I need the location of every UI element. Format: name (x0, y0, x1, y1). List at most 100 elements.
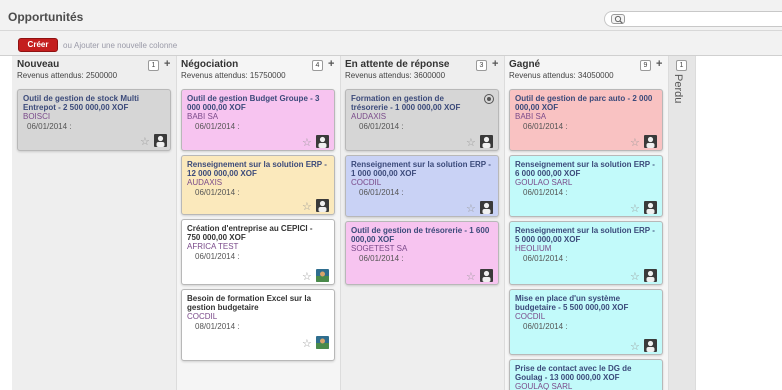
card-title: Prise de contact avec le DG de Goulag - … (515, 364, 632, 382)
card-date: 06/01/2014 : (359, 188, 404, 197)
card-company: GOULAO SARL (515, 178, 573, 187)
avatar (316, 336, 329, 349)
or-label: ou (63, 41, 72, 50)
avatar (480, 201, 493, 214)
star-icon[interactable]: ☆ (630, 340, 640, 353)
avatar (316, 269, 329, 282)
avatar (154, 134, 167, 147)
card-title: Outil de gestion Budget Groupe - 3 000 0… (187, 94, 320, 112)
card-date: 06/01/2014 : (195, 188, 240, 197)
create-button[interactable]: Créer (18, 38, 58, 52)
card-title: Mise en place d'un système budgetaire - … (515, 294, 629, 312)
column-title: Négociation (181, 59, 239, 70)
column-perdu[interactable]: 1 Perdu (668, 56, 695, 390)
column-gagne: Gagné Revenus attendus: 34050000 9 + Out… (504, 56, 668, 390)
star-icon[interactable]: ☆ (466, 136, 476, 149)
card-title: Renseignement sur la solution ERP - 12 0… (187, 160, 327, 178)
search-input[interactable] (627, 13, 767, 25)
column-fold-toggle[interactable]: 1 (148, 60, 159, 71)
opportunity-card[interactable]: Outil de gestion de stock Multi Entrepot… (17, 89, 171, 151)
opportunity-card[interactable]: Renseignement sur la solution ERP - 12 0… (181, 155, 335, 215)
star-icon[interactable]: ☆ (630, 270, 640, 283)
avatar (316, 135, 329, 148)
card-company: BOISCI (23, 112, 51, 121)
action-bar: Créer ou Ajouter une nouvelle colonne (0, 31, 782, 56)
card-title: Outil de gestion de parc auto - 2 000 00… (515, 94, 653, 112)
column-expected-revenue: Revenus attendus: 2500000 (17, 71, 118, 80)
avatar (644, 269, 657, 282)
star-icon[interactable]: ☆ (466, 270, 476, 283)
column-expected-revenue: Revenus attendus: 15750000 (181, 71, 286, 80)
card-date: 06/01/2014 : (195, 122, 240, 131)
opportunity-card[interactable]: Besoin de formation Excel sur la gestion… (181, 289, 335, 361)
card-title: Formation en gestion de trésorerie - 1 0… (351, 94, 461, 112)
column-en-attente: En attente de réponse Revenus attendus: … (340, 56, 504, 390)
search-box[interactable] (604, 11, 782, 27)
column-title: Gagné (509, 59, 541, 70)
card-date: 06/01/2014 : (523, 254, 568, 263)
card-date: 06/01/2014 : (359, 254, 404, 263)
star-icon[interactable]: ☆ (302, 200, 312, 213)
card-title: Besoin de formation Excel sur la gestion… (187, 294, 312, 312)
card-company: BABI SA (515, 112, 547, 121)
column-title: Nouveau (17, 59, 60, 70)
card-company: COCDIL (515, 312, 546, 321)
star-icon[interactable]: ☆ (140, 135, 150, 148)
card-date: 06/01/2014 : (27, 122, 72, 131)
star-icon[interactable]: ☆ (302, 270, 312, 283)
opportunity-card[interactable]: Outil de gestion Budget Groupe - 3 000 0… (181, 89, 335, 151)
card-date: 06/01/2014 : (523, 122, 568, 131)
opportunity-card[interactable]: Renseignement sur la solution ERP - 6 00… (509, 155, 663, 217)
opportunity-card[interactable]: Formation en gestion de trésorerie - 1 0… (345, 89, 499, 151)
opportunity-card[interactable]: Outil de gestion de parc auto - 2 000 00… (509, 89, 663, 151)
card-title: Renseignement sur la solution ERP - 5 00… (515, 226, 655, 244)
column-fold-toggle[interactable]: 3 (476, 60, 487, 71)
star-icon[interactable]: ☆ (630, 202, 640, 215)
opportunity-card[interactable]: Renseignement sur la solution ERP - 5 00… (509, 221, 663, 285)
card-date: 06/01/2014 : (195, 252, 240, 261)
opportunity-card[interactable]: Prise de contact avec le DG de Goulag - … (509, 359, 663, 390)
card-date: 08/01/2014 : (195, 322, 240, 331)
add-column-link[interactable]: Ajouter une nouvelle colonne (74, 41, 177, 50)
gear-icon[interactable] (484, 94, 494, 104)
opportunity-card[interactable]: Renseignement sur la solution ERP - 1 00… (345, 155, 499, 217)
card-company: GOULAQ SARL (515, 382, 573, 390)
star-icon[interactable]: ☆ (302, 136, 312, 149)
column-title: En attente de réponse (345, 59, 450, 70)
column-expected-revenue: Revenus attendus: 3600000 (345, 71, 446, 80)
card-company: BABI SA (187, 112, 219, 121)
avatar (480, 269, 493, 282)
column-title: Perdu (672, 74, 684, 104)
opportunity-card[interactable]: Outil de gestion de trésorerie - 1 600 0… (345, 221, 499, 285)
quick-create-plus-icon[interactable]: + (164, 58, 170, 70)
opportunity-card[interactable]: Mise en place d'un système budgetaire - … (509, 289, 663, 355)
page-title: Opportunités (8, 10, 84, 24)
quick-create-plus-icon[interactable]: + (656, 58, 662, 70)
star-icon[interactable]: ☆ (630, 136, 640, 149)
card-company: COCDIL (187, 312, 218, 321)
column-expected-revenue: Revenus attendus: 34050000 (509, 71, 614, 80)
avatar (480, 135, 493, 148)
quick-create-plus-icon[interactable]: + (328, 58, 334, 70)
quick-create-plus-icon[interactable]: + (492, 58, 498, 70)
column-divider (504, 56, 505, 390)
search-icon[interactable] (611, 14, 625, 24)
card-company: SOGETEST SA (351, 244, 408, 253)
card-company: AFRICA TEST (187, 242, 239, 251)
column-divider (695, 56, 696, 390)
column-negociation: Négociation Revenus attendus: 15750000 4… (176, 56, 340, 390)
opportunity-card[interactable]: Création d'entreprise au CEPICI - 750 00… (181, 219, 335, 285)
star-icon[interactable]: ☆ (466, 202, 476, 215)
avatar (644, 339, 657, 352)
column-fold-toggle[interactable]: 1 (676, 60, 687, 71)
card-company: AUDAXIS (351, 112, 387, 121)
column-divider (176, 56, 177, 390)
card-title: Renseignement sur la solution ERP - 6 00… (515, 160, 655, 178)
star-icon[interactable]: ☆ (302, 337, 312, 350)
column-divider (340, 56, 341, 390)
column-divider (668, 56, 669, 390)
card-title: Outil de gestion de trésorerie - 1 600 0… (351, 226, 490, 244)
column-fold-toggle[interactable]: 9 (640, 60, 651, 71)
card-date: 06/01/2014 : (523, 322, 568, 331)
column-fold-toggle[interactable]: 4 (312, 60, 323, 71)
